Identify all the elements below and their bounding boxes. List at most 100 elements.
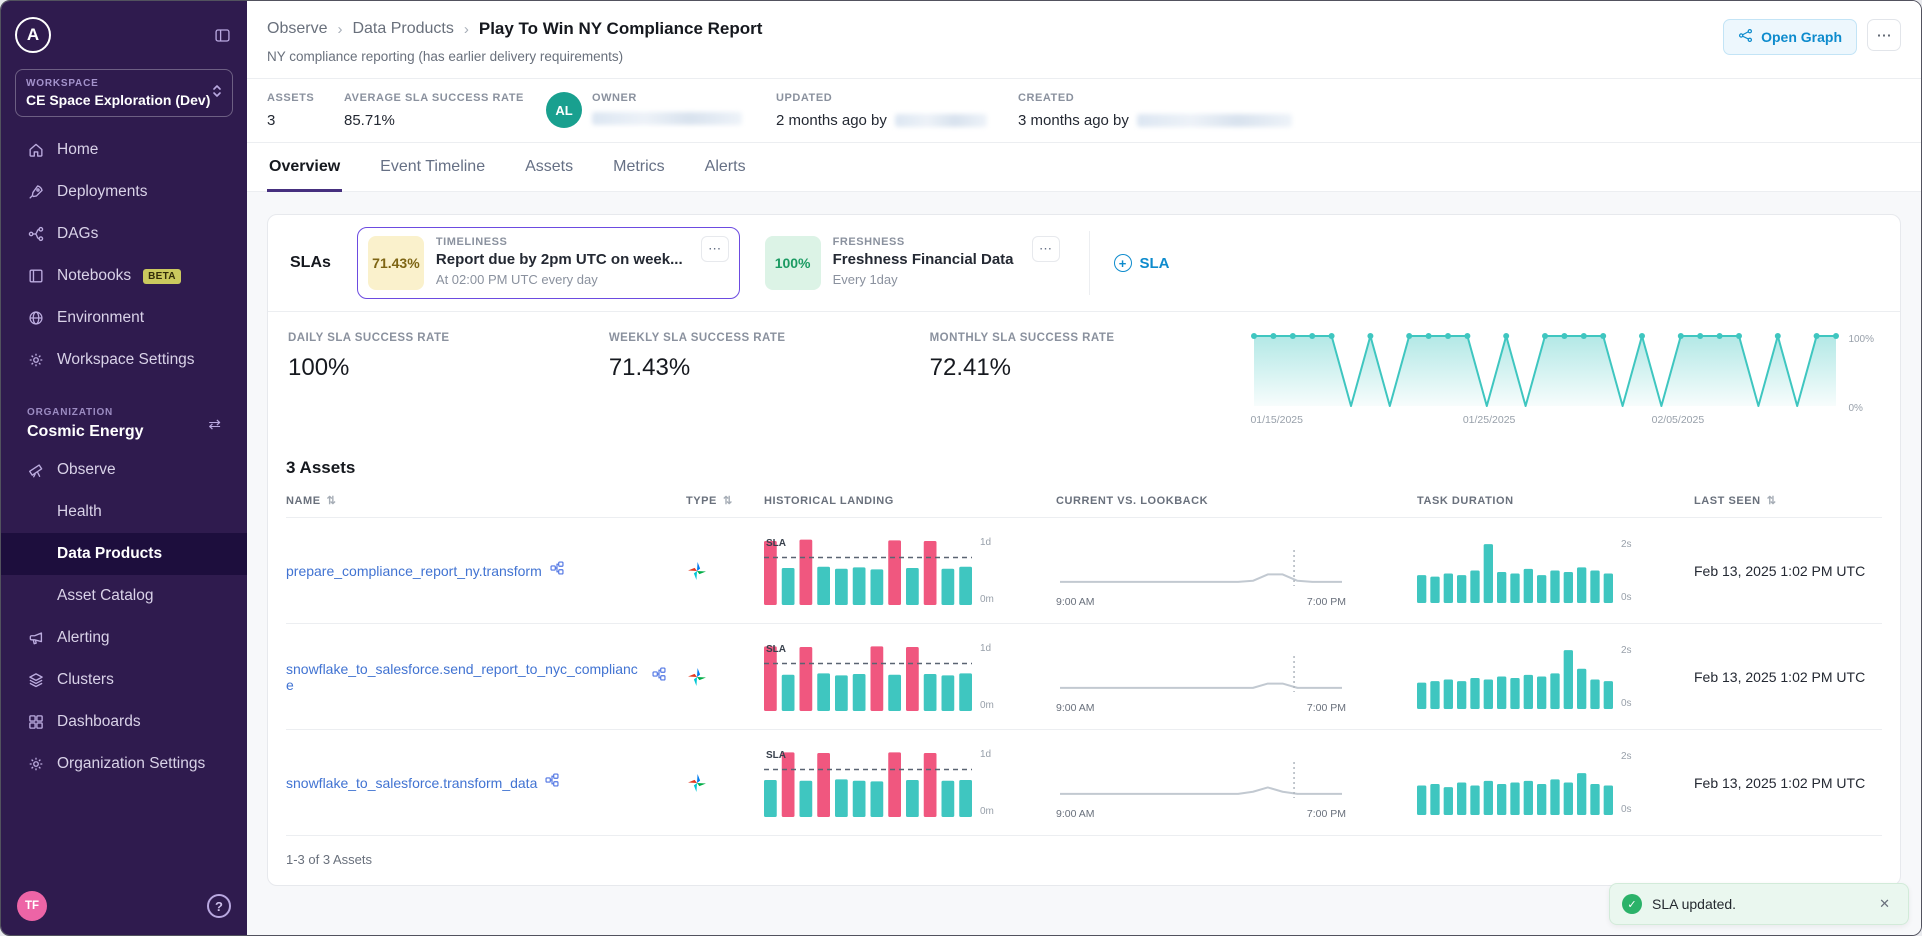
x-tick: 9:00 AM	[1056, 702, 1095, 714]
tab-bar: Overview Event Timeline Assets Metrics A…	[247, 143, 1921, 192]
x-tick: 9:00 AM	[1056, 596, 1095, 608]
x-tick: 7:00 PM	[1307, 702, 1346, 714]
sla-card-menu-button[interactable]: ⋯	[1032, 236, 1060, 262]
sla-card-freshness[interactable]: 100%FRESHNESSFreshness Financial DataEve…	[754, 227, 1071, 299]
lookback-x-axis: 9:00 AM 7:00 PM	[1056, 808, 1346, 820]
sidebar-item-deployments[interactable]: Deployments	[15, 171, 233, 213]
breadcrumb: Observe › Data Products › Play To Win NY…	[267, 19, 762, 39]
sidebar-item-workspace-settings[interactable]: Workspace Settings	[15, 339, 233, 381]
sidebar-item-health[interactable]: Health	[15, 491, 233, 533]
sidebar-item-notebooks[interactable]: NotebooksBETA	[15, 255, 233, 297]
workspace-selector[interactable]: WORKSPACE CE Space Exploration (Dev)	[15, 69, 233, 117]
historical-landing-cell: SLA 1d 0m	[764, 643, 1056, 711]
sort-icon: ⇅	[1767, 494, 1777, 507]
user-avatar[interactable]: TF	[17, 891, 47, 921]
sidebar-item-home[interactable]: Home	[15, 129, 233, 171]
sla-card-text: TIMELINESSReport due by 2pm UTC on week.…	[436, 236, 683, 287]
asset-name-cell: snowflake_to_salesforce.transform_data	[286, 773, 686, 792]
lineage-icon	[550, 561, 564, 580]
asset-name-link[interactable]: snowflake_to_salesforce.transform_data	[286, 775, 537, 791]
astronomer-logo[interactable]: A	[15, 17, 51, 53]
sidebar-item-asset-catalog[interactable]: Asset Catalog	[15, 575, 233, 617]
table-row[interactable]: snowflake_to_salesforce.transform_data S…	[286, 730, 1882, 836]
switch-organization-icon[interactable]: ⇄	[208, 415, 221, 433]
sla-card-menu-button[interactable]: ⋯	[701, 236, 729, 262]
asset-name-link[interactable]: prepare_compliance_report_ny.transform	[286, 563, 542, 579]
column-header-name[interactable]: NAME⇅	[286, 494, 686, 507]
page-menu-button[interactable]: ⋯	[1867, 19, 1901, 51]
megaphone-icon	[27, 629, 45, 647]
stat-created-value: 3 months ago by	[1018, 112, 1129, 129]
sla-card-schedule: At 02:00 PM UTC every day	[436, 272, 683, 287]
rocket-icon	[27, 183, 45, 201]
sla-threshold-label: SLA	[766, 538, 786, 549]
column-header-last-seen[interactable]: LAST SEEN⇅	[1694, 494, 1882, 507]
sidebar-item-dags[interactable]: DAGs	[15, 213, 233, 255]
stat-avg-sla-label: AVERAGE SLA SUCCESS RATE	[344, 92, 546, 104]
sidebar-item-observe[interactable]: Observe	[15, 449, 233, 491]
tab-event-timeline[interactable]: Event Timeline	[378, 143, 487, 192]
lookback-sparkline	[1056, 654, 1346, 694]
y-tick: 1d	[980, 749, 994, 760]
breadcrumb-data-products[interactable]: Data Products	[352, 20, 453, 38]
workspace-name: CE Space Exploration (Dev)	[26, 92, 210, 108]
redacted-user-name	[895, 114, 987, 127]
page-actions: Open Graph ⋯	[1723, 19, 1901, 78]
dag-icon	[27, 225, 45, 243]
column-header-type[interactable]: TYPE⇅	[686, 494, 764, 507]
tab-assets[interactable]: Assets	[523, 143, 575, 192]
sla-card-timeliness[interactable]: 71.43%TIMELINESSReport due by 2pm UTC on…	[357, 227, 740, 299]
sla-percentage-chip: 100%	[765, 236, 821, 290]
sidebar-item-dashboards[interactable]: Dashboards	[15, 701, 233, 743]
sort-icon: ⇅	[327, 494, 337, 507]
sidebar-item-organization-settings[interactable]: Organization Settings	[15, 743, 233, 785]
stat-updated-value: 2 months ago by	[776, 112, 887, 129]
sidebar-item-label: Clusters	[57, 671, 114, 689]
tab-alerts[interactable]: Alerts	[703, 143, 748, 192]
globe-icon	[27, 309, 45, 327]
sidebar-collapse-icon[interactable]	[212, 25, 233, 46]
sidebar-item-alerting[interactable]: Alerting	[15, 617, 233, 659]
stat-owner: AL OWNER	[546, 92, 776, 128]
help-button[interactable]: ?	[207, 894, 231, 918]
sla-strip: SLAs 71.43%TIMELINESSReport due by 2pm U…	[268, 215, 1900, 312]
asset-name-link[interactable]: snowflake_to_salesforce.send_report_to_n…	[286, 661, 644, 693]
task-duration-y-axis: 2s 0s	[1621, 539, 1632, 603]
task-duration-y-axis: 2s 0s	[1621, 751, 1632, 815]
tab-metrics[interactable]: Metrics	[611, 143, 667, 192]
table-row[interactable]: snowflake_to_salesforce.send_report_to_n…	[286, 624, 1882, 730]
sidebar-item-label: Alerting	[57, 629, 110, 647]
stat-avg-sla-value: 85.71%	[344, 112, 546, 129]
breadcrumb-separator-icon: ›	[337, 21, 342, 38]
assets-title: 3 Assets	[286, 458, 1882, 478]
app-window: A WORKSPACE CE Space Exploration (Dev) H…	[0, 0, 1922, 936]
notebook-icon	[27, 267, 45, 285]
x-tick: 7:00 PM	[1307, 808, 1346, 820]
weekly-sla-rate-value: 71.43%	[609, 354, 930, 382]
sla-success-chart-plot-area: 01/15/2025 01/25/2025 02/05/2025	[1250, 332, 1840, 430]
table-row[interactable]: prepare_compliance_report_ny.transform S…	[286, 518, 1882, 624]
sidebar-item-clusters[interactable]: Clusters	[15, 659, 233, 701]
main-content: Observe › Data Products › Play To Win NY…	[247, 1, 1921, 935]
y-tick: 0%	[1848, 403, 1874, 414]
column-header-historical-landing: HISTORICAL LANDING	[764, 495, 1056, 507]
add-sla-button[interactable]: + SLA	[1108, 253, 1176, 273]
assets-table-header: NAME⇅ TYPE⇅ HISTORICAL LANDING CURRENT V…	[286, 494, 1882, 518]
tab-overview[interactable]: Overview	[267, 143, 342, 192]
observe-icon	[27, 461, 45, 479]
page-header: Observe › Data Products › Play To Win NY…	[247, 1, 1921, 78]
sla-card-text: FRESHNESSFreshness Financial DataEvery 1…	[833, 236, 1014, 287]
sidebar-item-label: Home	[57, 141, 98, 159]
organization-nav: ObserveHealthData ProductsAsset CatalogA…	[15, 449, 233, 785]
toast-close-icon[interactable]: ✕	[1873, 895, 1896, 913]
stat-updated-label: UPDATED	[776, 92, 1018, 104]
sidebar-item-environment[interactable]: Environment	[15, 297, 233, 339]
breadcrumb-observe[interactable]: Observe	[267, 20, 327, 38]
sidebar-item-data-products[interactable]: Data Products	[1, 533, 247, 575]
plus-icon: +	[1114, 254, 1132, 272]
task-duration-bars	[1417, 645, 1613, 709]
monthly-sla-rate: MONTHLY SLA SUCCESS RATE 72.41%	[930, 332, 1251, 382]
open-graph-button[interactable]: Open Graph	[1723, 19, 1857, 55]
stat-assets-label: ASSETS	[267, 92, 344, 104]
lineage-icon	[652, 667, 666, 686]
